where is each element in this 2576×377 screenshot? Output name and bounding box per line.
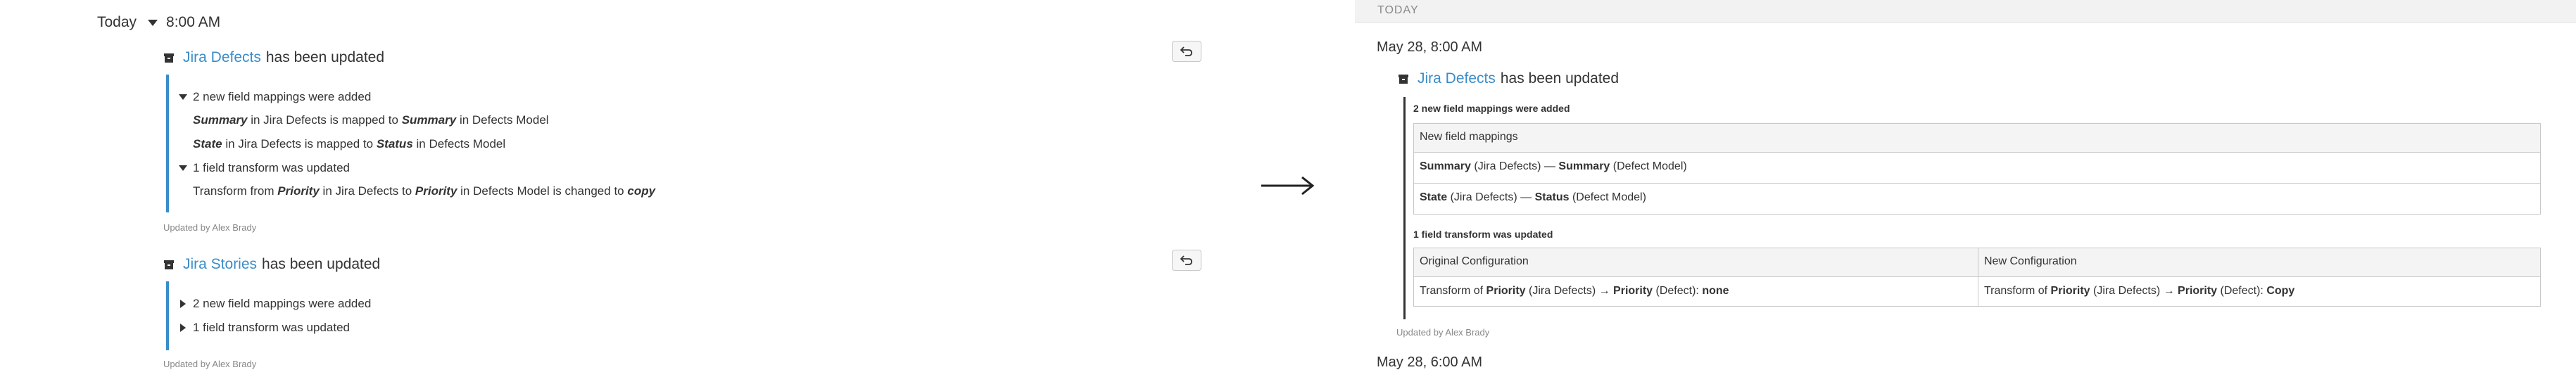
- column-header: New Configuration: [1984, 255, 2077, 267]
- undo-icon: [1180, 255, 1192, 265]
- caret-down-icon[interactable]: [179, 94, 187, 100]
- event-suffix: has been updated: [1500, 70, 1620, 87]
- section-summary: 1 field transform was updated: [193, 161, 351, 174]
- box-icon: [164, 260, 174, 269]
- timeline-bar: [1403, 97, 1406, 319]
- event-suffix: has been updated: [262, 256, 381, 272]
- group-day: Today: [97, 14, 137, 30]
- table-cell: Transform of Priority (Jira Defects) → P…: [1984, 285, 2295, 297]
- table-row: Summary (Jira Defects) — Summary (Defect…: [1420, 160, 1687, 172]
- box-icon: [164, 53, 174, 63]
- section-summary: 2 new field mappings were added: [193, 90, 372, 103]
- event-title: Jira Defects has been updated: [1398, 70, 1619, 87]
- updated-by: Updated by Alex Brady: [1396, 327, 1490, 338]
- section-toggle[interactable]: 1 field transform was updated: [180, 321, 350, 335]
- undo-icon: [1180, 46, 1192, 56]
- event-suffix: has been updated: [265, 49, 385, 65]
- section-toggle[interactable]: 2 new field mappings were added: [179, 90, 371, 104]
- section-title: 2 new field mappings were added: [1413, 103, 1570, 114]
- timeline-bar: [166, 281, 169, 350]
- updated-by: Updated by Alex Brady: [163, 222, 257, 233]
- table-cell: Transform of Priority (Jira Defects) → P…: [1420, 285, 1729, 297]
- day-label: TODAY: [1377, 4, 1419, 16]
- activity-panel-before: Today 8:00 AM Jira Defects has been upda…: [0, 0, 1239, 377]
- source-link[interactable]: Jira Defects: [183, 49, 261, 66]
- transform-line: Transform from Priority in Jira Defects …: [193, 184, 656, 198]
- group-header[interactable]: Today 8:00 AM: [97, 14, 220, 31]
- section-toggle[interactable]: 1 field transform was updated: [179, 161, 350, 175]
- table-row: State (Jira Defects) — Status (Defect Mo…: [1420, 191, 1646, 203]
- caret-right-icon[interactable]: [180, 300, 186, 308]
- arrow-right-icon: [1261, 176, 1315, 196]
- event-title: Jira Defects has been updated: [163, 49, 384, 66]
- section-summary: 1 field transform was updated: [193, 321, 351, 334]
- undo-button[interactable]: [1172, 41, 1201, 62]
- section-toggle[interactable]: 2 new field mappings were added: [180, 297, 371, 311]
- box-icon: [1399, 75, 1408, 84]
- updated-by: Updated by Alex Brady: [163, 359, 257, 369]
- group-time: 8:00 AM: [166, 14, 221, 30]
- timeline-bar: [166, 75, 169, 212]
- event-title: Jira Stories has been updated: [163, 256, 380, 273]
- undo-button[interactable]: [1172, 250, 1201, 271]
- caret-right-icon[interactable]: [180, 324, 186, 332]
- section-title: 1 field transform was updated: [1413, 229, 1553, 240]
- column-header: Original Configuration: [1420, 255, 1529, 267]
- day-header: TODAY: [1355, 0, 2576, 23]
- section-summary: 2 new field mappings were added: [193, 297, 372, 310]
- caret-down-icon[interactable]: [179, 165, 187, 171]
- source-link[interactable]: Jira Defects: [1418, 70, 1496, 87]
- caret-down-icon[interactable]: [148, 19, 158, 26]
- mapping-line: Summary in Jira Defects is mapped to Sum…: [193, 113, 549, 127]
- mapping-line: State in Jira Defects is mapped to Statu…: [193, 137, 506, 151]
- source-link[interactable]: Jira Stories: [183, 256, 257, 273]
- event-date: May 28, 6:00 AM: [1377, 354, 1483, 370]
- table-header: New field mappings: [1420, 131, 1518, 143]
- event-date: May 28, 8:00 AM: [1377, 39, 1483, 55]
